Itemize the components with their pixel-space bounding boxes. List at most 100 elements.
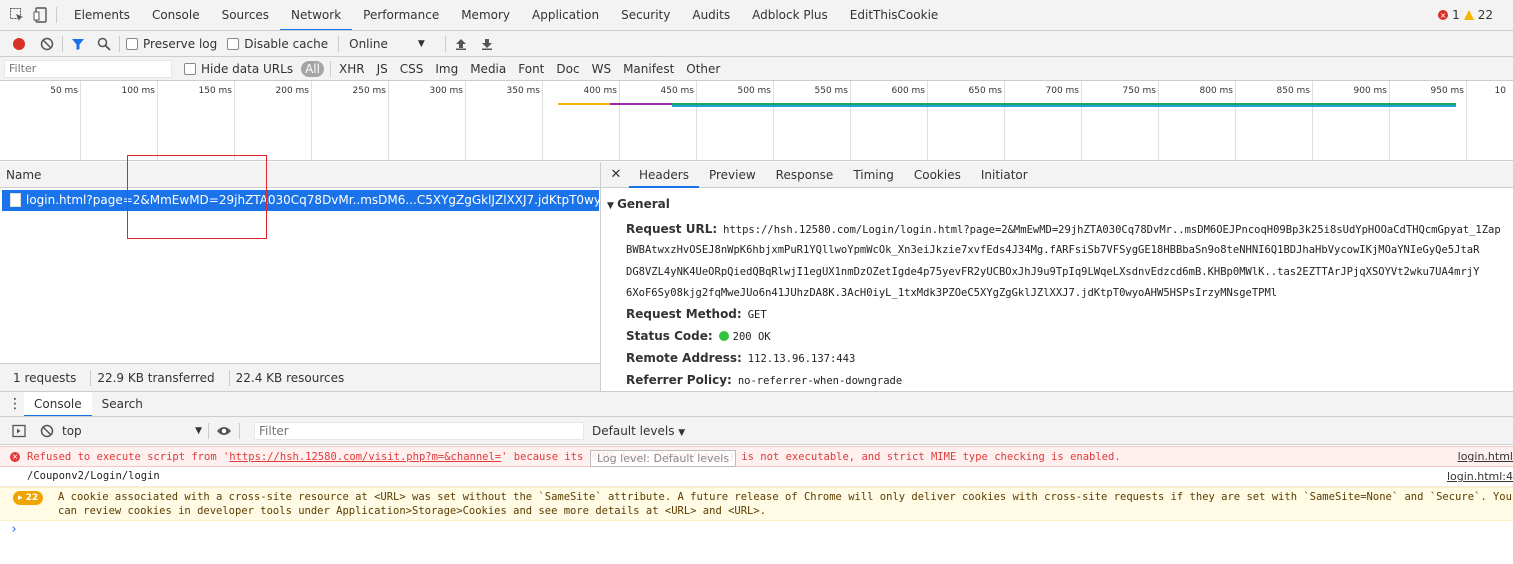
drawer-tab-search[interactable]: Search: [92, 392, 153, 416]
close-icon[interactable]: ✕: [607, 166, 625, 184]
filter-type-css[interactable]: CSS: [394, 62, 430, 76]
drawer-tab-console[interactable]: Console: [24, 392, 92, 416]
status-ok-icon: [718, 331, 729, 341]
filter-type-ws[interactable]: WS: [586, 62, 617, 76]
error-icon: ×: [1438, 10, 1449, 20]
document-icon: [10, 193, 21, 207]
filter-type-img[interactable]: Img: [429, 62, 464, 76]
filter-type-font[interactable]: Font: [512, 62, 550, 76]
warning-repeat-badge[interactable]: ▸ 22: [13, 491, 44, 505]
inspect-element-icon[interactable]: [8, 6, 26, 24]
error-source-link[interactable]: login.html: [1453, 447, 1513, 466]
console-sidebar-icon[interactable]: [10, 422, 28, 440]
import-har-icon[interactable]: [452, 35, 470, 53]
timeline-tick: 750 ms: [1122, 86, 1157, 96]
console-toolbar: top▼ Default levels ▼: [0, 417, 1513, 445]
tab-sources[interactable]: Sources: [211, 0, 280, 30]
drawer-menu-icon[interactable]: ⋮: [6, 395, 24, 413]
general-section-toggle[interactable]: ▼ General: [607, 197, 670, 211]
timeline-tick: 800 ms: [1199, 86, 1234, 96]
tab-network[interactable]: Network: [280, 0, 353, 30]
clear-icon[interactable]: [38, 35, 56, 53]
tab-editthiscookie[interactable]: EditThisCookie: [839, 0, 950, 30]
device-toolbar-icon[interactable]: [32, 6, 50, 24]
console-filter-input[interactable]: [254, 421, 584, 440]
filter-type-manifest[interactable]: Manifest: [617, 62, 680, 76]
timeline-tick: 200 ms: [275, 86, 310, 96]
request-name: login.html?page=2&MmEwMD=29jhZTA030Cq78D…: [26, 193, 599, 207]
timeline-tick: 500 ms: [737, 86, 772, 96]
log-source-link[interactable]: login.html:4: [1443, 467, 1513, 486]
transferred-size: 22.9 KB transferred: [97, 370, 215, 385]
filter-type-all[interactable]: All: [301, 60, 324, 77]
disable-cache-label: Disable cache: [244, 36, 329, 51]
export-har-icon[interactable]: [478, 35, 496, 53]
tab-cookies[interactable]: Cookies: [904, 162, 971, 188]
referrer-policy-label: Referrer Policy:: [626, 373, 732, 387]
request-url-value-line: BWBAtwxzHvOSEJ8nWpK6hbjxmPuR1YQllwoYpmWc…: [626, 244, 1480, 256]
timeline-tick: 100 ms: [121, 86, 156, 96]
tab-initiator[interactable]: Initiator: [971, 162, 1038, 188]
tab-security[interactable]: Security: [610, 0, 681, 30]
triangle-down-icon: ▼: [607, 201, 618, 211]
timeline-tick: 250 ms: [352, 86, 387, 96]
log-levels-dropdown[interactable]: Default levels ▼: [592, 424, 685, 438]
tab-headers[interactable]: Headers: [629, 162, 699, 188]
preserve-log-label: Preserve log: [143, 36, 218, 51]
tab-preview[interactable]: Preview: [699, 162, 766, 188]
warning-icon: [1463, 10, 1474, 20]
filter-icon[interactable]: [69, 35, 87, 53]
status-code-label: Status Code:: [626, 329, 713, 343]
network-summary-bar: 1 requests 22.9 KB transferred 22.4 KB r…: [0, 363, 601, 391]
timeline-tick: 450 ms: [660, 86, 695, 96]
filter-type-js[interactable]: JS: [371, 62, 394, 76]
console-prompt[interactable]: ›: [10, 522, 18, 537]
filter-input[interactable]: [4, 59, 172, 78]
preserve-log-checkbox[interactable]: [126, 37, 138, 50]
dropdown-arrow-icon: ▼: [195, 425, 202, 436]
timeline-tick: 650 ms: [968, 86, 1003, 96]
timeline-tick: 350 ms: [506, 86, 541, 96]
tab-timing[interactable]: Timing: [843, 162, 904, 188]
request-url-label: Request URL:: [626, 222, 718, 236]
network-toolbar: Preserve log Disable cache Online ▼: [0, 31, 1513, 57]
tab-response[interactable]: Response: [766, 162, 844, 188]
error-url-link[interactable]: https://hsh.12580.com/visit.php?m=&chann…: [229, 451, 501, 463]
hide-data-urls-checkbox[interactable]: [184, 62, 196, 75]
name-column-header[interactable]: Name: [0, 162, 601, 188]
issues-counter[interactable]: × 1 22: [1438, 8, 1493, 22]
timeline-tick: 50 ms: [50, 86, 78, 96]
record-icon[interactable]: [10, 35, 28, 53]
filter-type-xhr[interactable]: XHR: [333, 62, 371, 76]
eye-icon[interactable]: [215, 422, 233, 440]
request-url-value-line: DG8VZL4yNK4UeORpQiedQBqRlwjI1egUX1nmDzOZ…: [626, 266, 1480, 278]
search-icon[interactable]: [95, 35, 113, 53]
filter-type-other[interactable]: Other: [680, 62, 726, 76]
clear-console-icon[interactable]: [38, 422, 56, 440]
timeline-tick: 300 ms: [429, 86, 464, 96]
timeline-tick: 150 ms: [198, 86, 233, 96]
tab-performance[interactable]: Performance: [352, 0, 450, 30]
tab-console[interactable]: Console: [141, 0, 211, 30]
tab-audits[interactable]: Audits: [681, 0, 741, 30]
remote-address-label: Remote Address:: [626, 351, 742, 365]
tab-memory[interactable]: Memory: [450, 0, 521, 30]
tab-adblock-plus[interactable]: Adblock Plus: [741, 0, 839, 30]
warning-count: 22: [1477, 8, 1493, 22]
filter-type-doc[interactable]: Doc: [550, 62, 585, 76]
throttling-select[interactable]: Online ▼: [349, 37, 425, 51]
tab-application[interactable]: Application: [521, 0, 610, 30]
timeline-tick: 10: [1494, 86, 1506, 96]
timeline-overview[interactable]: 50 ms 100 ms 150 ms 200 ms 250 ms 300 ms…: [0, 81, 1513, 161]
headers-panel: ▼ General Request URL: https://hsh.12580.…: [601, 188, 1513, 391]
disable-cache-checkbox[interactable]: [227, 37, 240, 50]
remote-address-value: 112.13.96.137:443: [747, 353, 856, 365]
tab-elements[interactable]: Elements: [63, 0, 141, 30]
resources-size: 22.4 KB resources: [235, 370, 345, 385]
filter-type-media[interactable]: Media: [464, 62, 512, 76]
context-selector[interactable]: top ▼: [62, 424, 202, 438]
filter-bar: Hide data URLs All XHR JS CSS Img Media …: [0, 57, 1513, 81]
timeline-tick: 850 ms: [1276, 86, 1311, 96]
drawer-tabbar: ⋮ Console Search: [0, 391, 1513, 417]
request-row[interactable]: login.html?page=2&MmEwMD=29jhZTA030Cq78D…: [2, 190, 599, 211]
